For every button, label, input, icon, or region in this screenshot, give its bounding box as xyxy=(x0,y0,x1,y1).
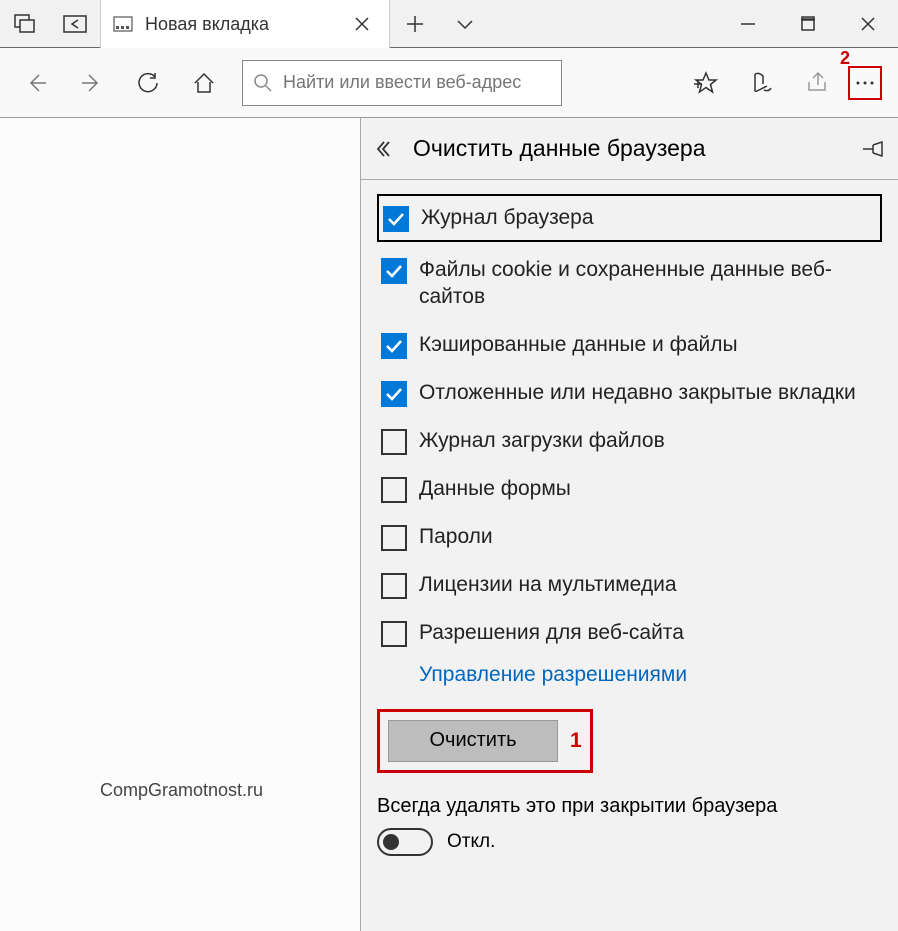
check-row-0[interactable]: Журнал браузера xyxy=(377,194,882,242)
annotation-1: 1 xyxy=(570,729,582,753)
check-row-7[interactable]: Лицензии на мультимедиа xyxy=(377,561,882,609)
titlebar: Новая вкладка xyxy=(0,0,898,48)
check-label: Кэшированные данные и файлы xyxy=(419,331,738,358)
tab-title: Новая вкладка xyxy=(145,14,269,35)
check-row-6[interactable]: Пароли xyxy=(377,513,882,561)
checkbox[interactable] xyxy=(381,381,407,407)
close-window-button[interactable] xyxy=(838,0,898,48)
favorites-button[interactable] xyxy=(680,57,732,109)
always-delete-label: Всегда удалять это при закрытии браузера xyxy=(377,795,882,818)
toggle-knob xyxy=(383,834,399,850)
content-area: CompGramotnost.ru Очистить данные браузе… xyxy=(0,118,898,931)
panel-body: Журнал браузера Файлы cookie и сохраненны… xyxy=(361,180,898,876)
back-button[interactable] xyxy=(10,57,62,109)
address-input[interactable] xyxy=(283,72,551,93)
set-aside-tabs-button[interactable] xyxy=(50,0,100,48)
minimize-button[interactable] xyxy=(718,0,778,48)
checkbox[interactable] xyxy=(381,525,407,551)
maximize-button[interactable] xyxy=(778,0,838,48)
check-label: Пароли xyxy=(419,523,493,550)
watermark: CompGramotnost.ru xyxy=(100,780,263,801)
page-pane: CompGramotnost.ru xyxy=(0,118,360,931)
tab-preview-button[interactable] xyxy=(0,0,50,48)
toggle-state-label: Откл. xyxy=(447,831,495,853)
tab-dropdown-button[interactable] xyxy=(440,0,490,48)
browser-tab[interactable]: Новая вкладка xyxy=(100,0,390,48)
reading-list-button[interactable] xyxy=(736,57,788,109)
panel-back-button[interactable] xyxy=(375,140,397,158)
always-delete-toggle[interactable] xyxy=(377,828,433,856)
pin-button[interactable] xyxy=(860,139,884,159)
search-icon xyxy=(253,73,273,93)
check-row-4[interactable]: Журнал загрузки файлов xyxy=(377,417,882,465)
check-label: Данные формы xyxy=(419,475,571,502)
titlebar-left xyxy=(0,0,100,47)
panel-header: Очистить данные браузера xyxy=(361,118,898,180)
address-bar[interactable] xyxy=(242,60,562,106)
check-label: Отложенные или недавно закрытые вкладки xyxy=(419,379,856,406)
check-label: Файлы cookie и сохраненные данные веб-са… xyxy=(419,256,878,311)
checkbox[interactable] xyxy=(381,621,407,647)
check-row-3[interactable]: Отложенные или недавно закрытые вкладки xyxy=(377,369,882,417)
checkbox[interactable] xyxy=(381,258,407,284)
clear-data-panel: Очистить данные браузера Журнал браузера… xyxy=(360,118,898,931)
checkbox[interactable] xyxy=(383,206,409,232)
manage-permissions-link[interactable]: Управление разрешениями xyxy=(415,657,882,703)
forward-button[interactable] xyxy=(66,57,118,109)
check-label: Лицензии на мультимедиа xyxy=(419,571,677,598)
clear-button[interactable]: Очистить xyxy=(388,720,558,762)
share-button[interactable] xyxy=(792,57,844,109)
check-row-5[interactable]: Данные формы xyxy=(377,465,882,513)
window-controls xyxy=(718,0,898,47)
new-tab-button[interactable] xyxy=(390,0,440,48)
checkbox[interactable] xyxy=(381,573,407,599)
check-row-1[interactable]: Файлы cookie и сохраненные данные веб-са… xyxy=(377,246,882,321)
more-menu-button[interactable] xyxy=(848,66,882,100)
checkbox[interactable] xyxy=(381,429,407,455)
refresh-button[interactable] xyxy=(122,57,174,109)
checkbox[interactable] xyxy=(381,333,407,359)
tab-close-button[interactable] xyxy=(347,17,377,31)
tab-icon xyxy=(113,16,133,32)
check-row-8[interactable]: Разрешения для веб-сайта xyxy=(377,609,882,657)
clear-button-highlight: Очистить 1 xyxy=(377,709,593,773)
check-label: Разрешения для веб-сайта xyxy=(419,619,684,646)
toolbar: 2 xyxy=(0,48,898,118)
home-button[interactable] xyxy=(178,57,230,109)
panel-title: Очистить данные браузера xyxy=(413,135,844,162)
check-label: Журнал загрузки файлов xyxy=(419,427,665,454)
always-delete-toggle-row: Откл. xyxy=(377,828,882,856)
check-row-2[interactable]: Кэшированные данные и файлы xyxy=(377,321,882,369)
checkbox[interactable] xyxy=(381,477,407,503)
check-label: Журнал браузера xyxy=(421,204,594,231)
